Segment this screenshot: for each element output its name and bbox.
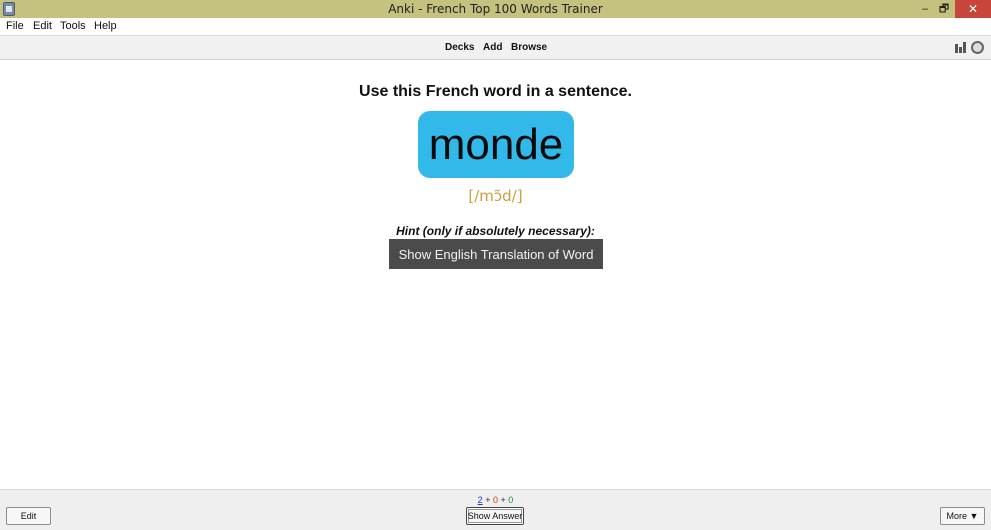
top-toolbar: Decks Add Browse [0,35,991,60]
menu-tools[interactable]: Tools [60,20,86,32]
french-word: monde [428,119,564,169]
browse-link[interactable]: Browse [511,42,547,53]
new-count: 2 [477,495,483,505]
more-button[interactable]: More ▼ [940,507,985,525]
learning-count: 0 [492,495,498,505]
title-bar: Anki - French Top 100 Words Trainer – 🗗 … [0,0,991,18]
show-answer-button[interactable]: Show Answer [466,507,524,525]
card-prompt: Use this French word in a sentence. [359,83,632,100]
show-translation-button[interactable]: Show English Translation of Word [389,239,603,269]
maximize-button[interactable]: 🗗 [931,0,957,18]
count-separator: + [500,495,506,505]
word-box: monde [418,111,574,178]
menu-bar: File Edit Tools Help [0,18,991,35]
count-separator: + [485,495,491,505]
anki-window: Anki - French Top 100 Words Trainer – 🗗 … [0,0,991,530]
card-view: Use this French word in a sentence. mond… [0,61,991,489]
decks-link[interactable]: Decks [445,42,474,53]
menu-help[interactable]: Help [94,20,117,32]
bottom-bar: 2 + 0 + 0 Edit Show Answer More ▼ [0,489,991,530]
stats-icon[interactable] [955,41,969,53]
add-link[interactable]: Add [483,42,502,53]
sync-icon[interactable] [971,41,984,54]
close-button[interactable]: ✕ [955,0,991,18]
window-title: Anki - French Top 100 Words Trainer [388,2,603,16]
pronunciation: [/mɔ̃d/] [468,187,523,205]
edit-button[interactable]: Edit [6,507,51,525]
review-count: 0 [508,495,514,505]
menu-file[interactable]: File [6,20,24,32]
menu-edit[interactable]: Edit [33,20,52,32]
hint-label: Hint (only if absolutely necessary): [396,224,595,238]
due-counts: 2 + 0 + 0 [0,495,991,505]
